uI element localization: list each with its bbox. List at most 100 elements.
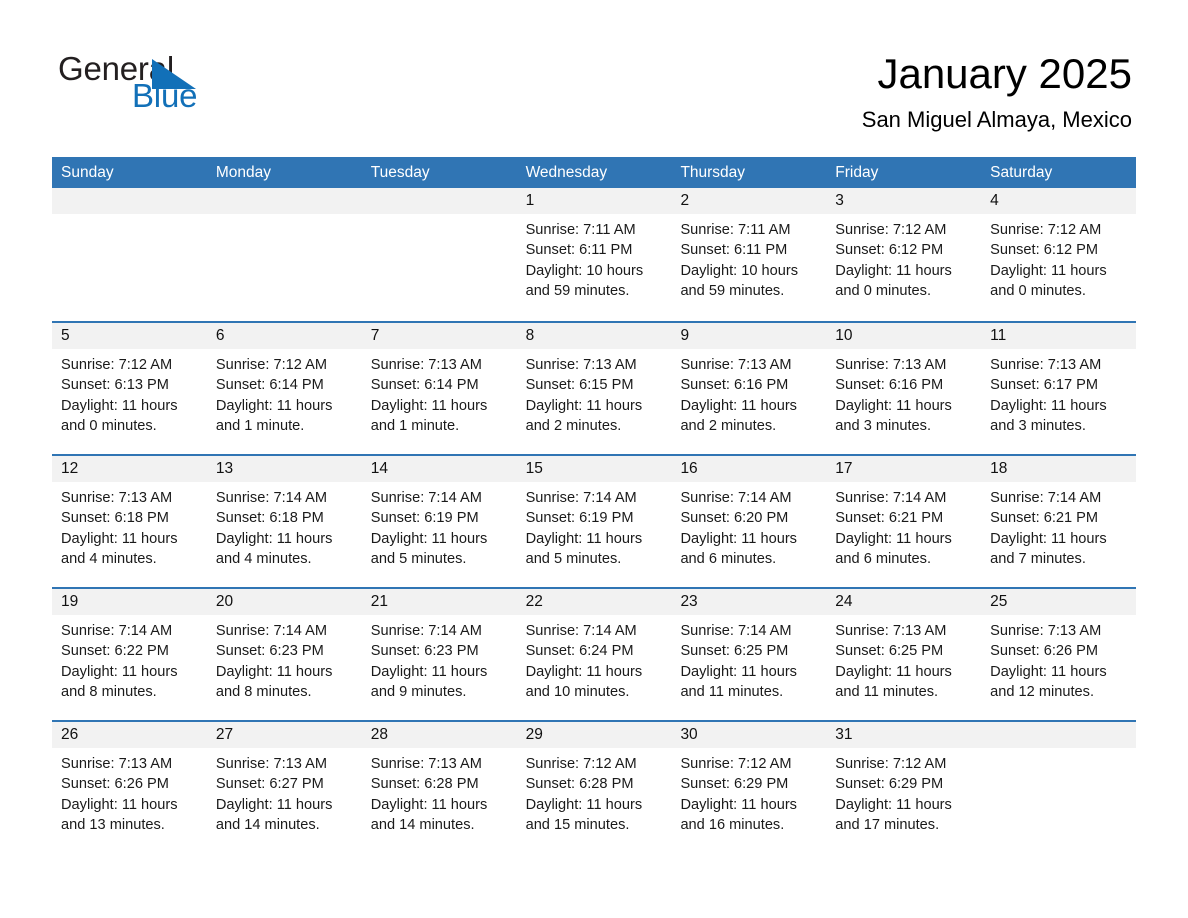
calendar-day-cell[interactable]: 27 Sunrise: 7:13 AM Sunset: 6:27 PM Dayligh… bbox=[206, 722, 362, 853]
day-number: 2 bbox=[671, 188, 827, 214]
day-number: 13 bbox=[206, 456, 362, 482]
sunrise-time: Sunrise: 7:11 AM bbox=[680, 222, 791, 238]
daylight-duration-line1: Daylight: 10 hours bbox=[680, 262, 799, 279]
daylight-duration-line2: and 59 minutes. bbox=[680, 283, 785, 300]
daylight-duration-line1: Daylight: 11 hours bbox=[215, 530, 333, 547]
calendar-day-cell-empty bbox=[981, 722, 1137, 853]
weekday-header-monday: Monday bbox=[215, 164, 272, 181]
daylight-duration-line2: and 16 minutes. bbox=[680, 817, 785, 834]
daylight-duration-line1: Daylight: 11 hours bbox=[990, 663, 1107, 680]
sunrise-time: Sunrise: 7:13 AM bbox=[370, 756, 482, 772]
sunset-time: Sunset: 6:23 PM bbox=[215, 643, 324, 660]
sunrise-time: Sunrise: 7:14 AM bbox=[215, 623, 327, 639]
calendar-day-cell[interactable]: 29 Sunrise: 7:12 AM Sunset: 6:28 PM Dayligh… bbox=[516, 722, 672, 853]
daylight-duration-line2: and 3 minutes. bbox=[990, 418, 1086, 435]
calendar-day-cell[interactable]: 3 Sunrise: 7:12 AM Sunset: 6:12 PM Daylight… bbox=[826, 188, 982, 321]
sunset-time: Sunset: 6:22 PM bbox=[61, 643, 169, 660]
sunrise-time: Sunrise: 7:14 AM bbox=[370, 490, 482, 506]
daylight-duration-line2: and 0 minutes. bbox=[61, 418, 157, 435]
calendar-day-cell[interactable]: 25 Sunrise: 7:13 AM Sunset: 6:26 PM Dayligh… bbox=[981, 589, 1137, 720]
calendar-day-cell[interactable]: 17 Sunrise: 7:14 AM Sunset: 6:21 PM Dayligh… bbox=[826, 456, 982, 587]
sunrise-time: Sunrise: 7:13 AM bbox=[215, 756, 327, 772]
daylight-duration-line2: and 2 minutes. bbox=[680, 418, 777, 435]
calendar-day-cell[interactable]: 28 Sunrise: 7:13 AM Sunset: 6:28 PM Dayligh… bbox=[361, 722, 517, 853]
sunset-time: Sunset: 6:23 PM bbox=[370, 643, 479, 660]
sunset-time: Sunset: 6:18 PM bbox=[61, 510, 169, 527]
calendar-day-cell-empty bbox=[206, 188, 362, 321]
calendar-day-cell[interactable]: 16 Sunrise: 7:14 AM Sunset: 6:20 PM Dayligh… bbox=[671, 456, 827, 587]
day-number: 7 bbox=[361, 323, 517, 349]
calendar-day-cell[interactable]: 1 Sunrise: 7:11 AM Sunset: 6:11 PM Daylight… bbox=[516, 188, 672, 321]
day-details: Sunrise: 7:14 AM Sunset: 6:23 PM Daylight:… bbox=[362, 615, 517, 703]
calendar-day-cell[interactable]: 21 Sunrise: 7:14 AM Sunset: 6:23 PM Dayligh… bbox=[361, 589, 517, 720]
calendar-day-cell[interactable]: 24 Sunrise: 7:13 AM Sunset: 6:25 PM Dayligh… bbox=[826, 589, 982, 720]
sunrise-time: Sunrise: 7:13 AM bbox=[61, 490, 173, 506]
calendar-day-cell[interactable]: 6 Sunrise: 7:12 AM Sunset: 6:14 PM Daylight… bbox=[206, 323, 362, 454]
day-details: Sunrise: 7:11 AM Sunset: 6:11 PM Daylight:… bbox=[671, 214, 826, 302]
day-number: 24 bbox=[826, 589, 982, 615]
sunrise-time: Sunrise: 7:14 AM bbox=[215, 490, 327, 506]
sunset-time: Sunset: 6:26 PM bbox=[990, 643, 1099, 660]
calendar-week-row: 19 Sunrise: 7:14 AM Sunset: 6:22 PM Dayligh… bbox=[52, 587, 1137, 720]
sunset-time: Sunset: 6:26 PM bbox=[61, 776, 169, 793]
day-number: 9 bbox=[671, 323, 827, 349]
day-details: Sunrise: 7:14 AM Sunset: 6:22 PM Daylight:… bbox=[52, 615, 207, 703]
daylight-duration-line1: Daylight: 11 hours bbox=[990, 530, 1107, 547]
calendar-day-cell[interactable]: 19 Sunrise: 7:14 AM Sunset: 6:22 PM Dayligh… bbox=[52, 589, 207, 720]
day-number: 25 bbox=[981, 589, 1137, 615]
calendar-day-cell[interactable]: 15 Sunrise: 7:14 AM Sunset: 6:19 PM Dayligh… bbox=[516, 456, 672, 587]
sunset-time: Sunset: 6:29 PM bbox=[835, 776, 944, 793]
daylight-duration-line1: Daylight: 11 hours bbox=[680, 796, 797, 813]
daylight-duration-line1: Daylight: 11 hours bbox=[370, 530, 488, 547]
day-number: 1 bbox=[516, 188, 672, 214]
sunset-time: Sunset: 6:14 PM bbox=[370, 377, 479, 394]
day-details: Sunrise: 7:14 AM Sunset: 6:19 PM Daylight:… bbox=[517, 482, 672, 570]
day-number: 4 bbox=[981, 188, 1137, 214]
day-number: 18 bbox=[981, 456, 1137, 482]
day-details: Sunrise: 7:13 AM Sunset: 6:25 PM Daylight:… bbox=[826, 615, 981, 703]
day-details: Sunrise: 7:14 AM Sunset: 6:25 PM Daylight:… bbox=[671, 615, 826, 703]
day-details: Sunrise: 7:13 AM Sunset: 6:26 PM Daylight:… bbox=[981, 615, 1136, 703]
day-details: Sunrise: 7:14 AM Sunset: 6:21 PM Daylight:… bbox=[981, 482, 1136, 570]
calendar-day-cell[interactable]: 26 Sunrise: 7:13 AM Sunset: 6:26 PM Dayligh… bbox=[52, 722, 207, 853]
calendar-day-cell[interactable]: 9 Sunrise: 7:13 AM Sunset: 6:16 PM Daylight… bbox=[671, 323, 827, 454]
calendar-day-cell[interactable]: 20 Sunrise: 7:14 AM Sunset: 6:23 PM Dayligh… bbox=[206, 589, 362, 720]
calendar-day-cell[interactable]: 31 Sunrise: 7:12 AM Sunset: 6:29 PM Dayligh… bbox=[826, 722, 982, 853]
title-block: January 2025 San Miguel Almaya, Mexico bbox=[862, 48, 1132, 134]
daylight-duration-line1: Daylight: 11 hours bbox=[215, 397, 333, 414]
calendar-day-cell[interactable]: 8 Sunrise: 7:13 AM Sunset: 6:15 PM Daylight… bbox=[516, 323, 672, 454]
calendar-day-cell[interactable]: 4 Sunrise: 7:12 AM Sunset: 6:12 PM Daylight… bbox=[981, 188, 1137, 321]
calendar-day-cell[interactable]: 13 Sunrise: 7:14 AM Sunset: 6:18 PM Dayligh… bbox=[206, 456, 362, 587]
general-blue-logo: General Blue bbox=[58, 50, 318, 114]
sunset-time: Sunset: 6:21 PM bbox=[990, 510, 1099, 527]
calendar-day-cell[interactable]: 5 Sunrise: 7:12 AM Sunset: 6:13 PM Daylight… bbox=[52, 323, 207, 454]
calendar-week-row: 5 Sunrise: 7:12 AM Sunset: 6:13 PM Daylight… bbox=[52, 321, 1137, 454]
calendar-day-cell[interactable]: 10 Sunrise: 7:13 AM Sunset: 6:16 PM Dayligh… bbox=[826, 323, 982, 454]
calendar-day-cell[interactable]: 7 Sunrise: 7:13 AM Sunset: 6:14 PM Daylight… bbox=[361, 323, 517, 454]
weekday-header-row: Sunday Monday Tuesday Wednesday Thursday Frid… bbox=[52, 157, 1136, 188]
logo-text-blue: Blue bbox=[132, 77, 198, 114]
sunset-time: Sunset: 6:19 PM bbox=[370, 510, 479, 527]
daylight-duration-line2: and 14 minutes. bbox=[215, 817, 320, 834]
calendar-day-cell[interactable]: 11 Sunrise: 7:13 AM Sunset: 6:17 PM Dayligh… bbox=[981, 323, 1137, 454]
location-subtitle: San Miguel Almaya, Mexico bbox=[861, 107, 1132, 132]
daylight-duration-line1: Daylight: 11 hours bbox=[370, 796, 488, 813]
sunset-time: Sunset: 6:29 PM bbox=[680, 776, 789, 793]
calendar-day-cell[interactable]: 12 Sunrise: 7:13 AM Sunset: 6:18 PM Dayligh… bbox=[52, 456, 207, 587]
daylight-duration-line1: Daylight: 11 hours bbox=[525, 663, 643, 680]
day-number: 10 bbox=[826, 323, 982, 349]
sunrise-time: Sunrise: 7:14 AM bbox=[370, 623, 482, 639]
calendar-day-cell[interactable]: 2 Sunrise: 7:11 AM Sunset: 6:11 PM Daylight… bbox=[671, 188, 827, 321]
day-number bbox=[981, 722, 1137, 748]
day-number: 23 bbox=[671, 589, 827, 615]
daylight-duration-line1: Daylight: 11 hours bbox=[835, 530, 952, 547]
daylight-duration-line1: Daylight: 10 hours bbox=[525, 262, 644, 279]
daylight-duration-line2: and 8 minutes. bbox=[215, 684, 312, 701]
calendar-day-cell[interactable]: 23 Sunrise: 7:14 AM Sunset: 6:25 PM Dayligh… bbox=[671, 589, 827, 720]
calendar-day-cell[interactable]: 22 Sunrise: 7:14 AM Sunset: 6:24 PM Dayligh… bbox=[516, 589, 672, 720]
sunrise-time: Sunrise: 7:14 AM bbox=[525, 623, 637, 639]
daylight-duration-line2: and 11 minutes. bbox=[835, 684, 939, 701]
calendar-day-cell[interactable]: 18 Sunrise: 7:14 AM Sunset: 6:21 PM Dayligh… bbox=[981, 456, 1137, 587]
calendar-day-cell[interactable]: 30 Sunrise: 7:12 AM Sunset: 6:29 PM Dayligh… bbox=[671, 722, 827, 853]
calendar-day-cell[interactable]: 14 Sunrise: 7:14 AM Sunset: 6:19 PM Dayligh… bbox=[361, 456, 517, 587]
